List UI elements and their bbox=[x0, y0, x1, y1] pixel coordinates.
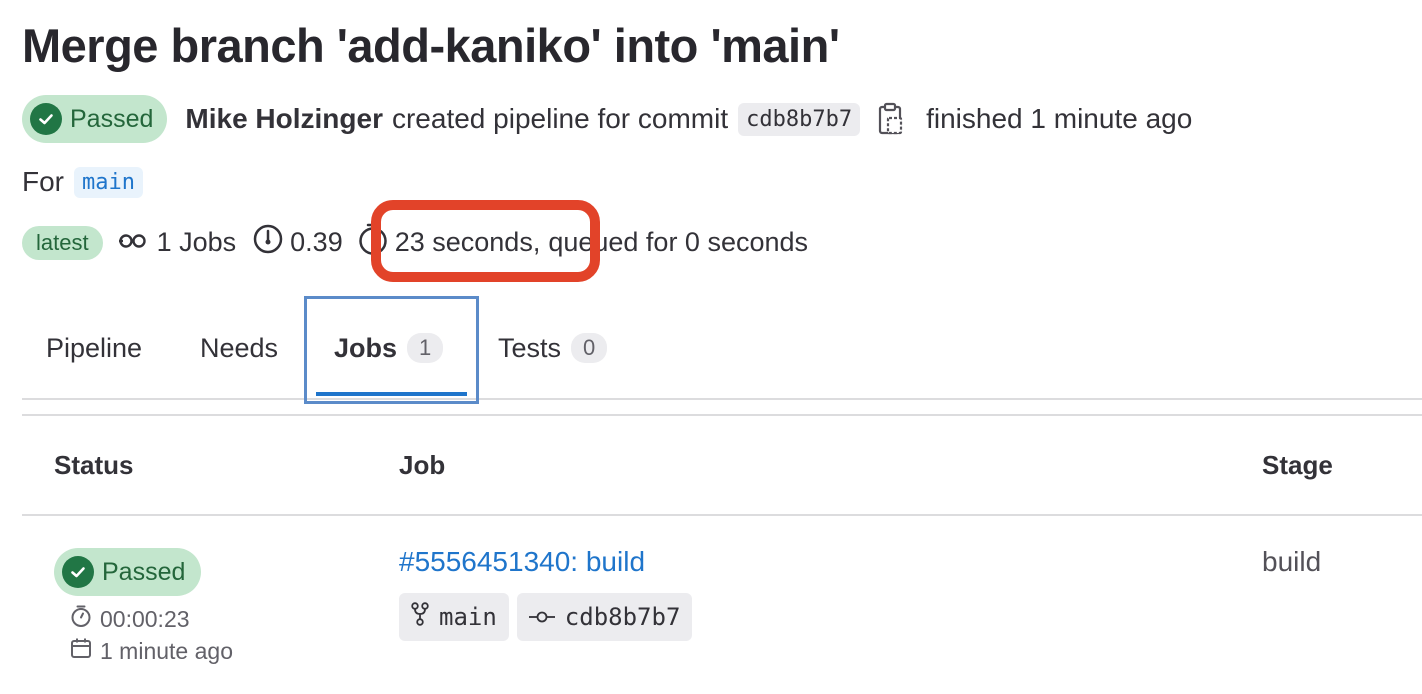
tab-needs-label: Needs bbox=[200, 332, 279, 363]
job-duration-value: 00:00:23 bbox=[100, 605, 190, 632]
job-duration: 00:00:23 bbox=[70, 604, 190, 634]
job-link[interactable]: #5556451340: build bbox=[399, 546, 645, 578]
column-header-job: Job bbox=[399, 450, 446, 480]
tab-jobs-label: Jobs bbox=[334, 332, 398, 363]
for-row: For main bbox=[22, 166, 143, 198]
page-title: Merge branch 'add-kaniko' into 'main' bbox=[22, 19, 840, 72]
tab-tests-count: 0 bbox=[571, 333, 608, 363]
jobs-count-stat: 1 Jobs bbox=[118, 227, 237, 258]
pipeline-icon bbox=[118, 227, 151, 258]
job-commit-chip[interactable]: cdb8b7b7 bbox=[516, 593, 693, 641]
compute-stat: 0.39 bbox=[252, 223, 343, 262]
pipeline-status-badge[interactable]: Passed bbox=[22, 95, 168, 143]
for-label: For bbox=[22, 166, 64, 197]
tab-tests-label: Tests bbox=[498, 332, 562, 363]
job-commit-label: cdb8b7b7 bbox=[564, 603, 681, 631]
tab-needs[interactable]: Needs bbox=[200, 296, 278, 400]
tab-jobs[interactable]: Jobs 1 bbox=[310, 296, 473, 400]
header-divider bbox=[22, 514, 1422, 516]
pipeline-tabs: Pipeline Needs Jobs 1 Tests 0 bbox=[22, 296, 1422, 404]
tab-pipeline-label: Pipeline bbox=[46, 332, 143, 363]
created-text: created pipeline for commit bbox=[391, 103, 729, 134]
check-circle-icon bbox=[62, 556, 94, 588]
calendar-icon bbox=[70, 637, 92, 665]
gauge-icon bbox=[252, 223, 284, 262]
tabs-divider bbox=[22, 414, 1422, 416]
tab-pipeline[interactable]: Pipeline bbox=[46, 296, 142, 400]
finished-text: finished 1 minute ago bbox=[926, 103, 1193, 134]
jobs-count: 1 Jobs bbox=[156, 227, 237, 257]
job-status-label: Passed bbox=[102, 557, 186, 586]
annotation-highlight-box bbox=[371, 200, 600, 282]
branch-icon bbox=[411, 602, 429, 632]
check-circle-icon bbox=[30, 103, 62, 135]
job-branch-chip[interactable]: main bbox=[399, 593, 509, 641]
compute-value: 0.39 bbox=[290, 227, 343, 257]
commit-sha-link[interactable]: cdb8b7b7 bbox=[738, 102, 861, 136]
job-status-badge[interactable]: Passed bbox=[54, 548, 202, 596]
column-header-stage: Stage bbox=[1262, 450, 1333, 480]
pipeline-meta: Passed Mike Holzinger created pipeline f… bbox=[22, 95, 1192, 143]
tab-jobs-count: 1 bbox=[407, 333, 444, 363]
tab-tests[interactable]: Tests 0 bbox=[498, 296, 608, 400]
commit-icon bbox=[528, 603, 555, 631]
timer-icon bbox=[70, 604, 92, 634]
latest-badge: latest bbox=[22, 225, 103, 260]
job-branch-label: main bbox=[439, 603, 497, 631]
job-status-cell: Passed bbox=[54, 548, 202, 596]
job-stage: build bbox=[1262, 546, 1322, 577]
job-finished: 1 minute ago bbox=[70, 637, 233, 665]
pipeline-status-label: Passed bbox=[70, 104, 154, 133]
job-finished-value: 1 minute ago bbox=[100, 637, 233, 664]
ref-link[interactable]: main bbox=[74, 166, 143, 198]
job-ref-chips: main cdb8b7b7 bbox=[399, 593, 693, 641]
column-header-status: Status bbox=[54, 450, 134, 480]
copy-icon[interactable] bbox=[878, 102, 904, 136]
author-link[interactable]: Mike Holzinger bbox=[185, 103, 383, 135]
